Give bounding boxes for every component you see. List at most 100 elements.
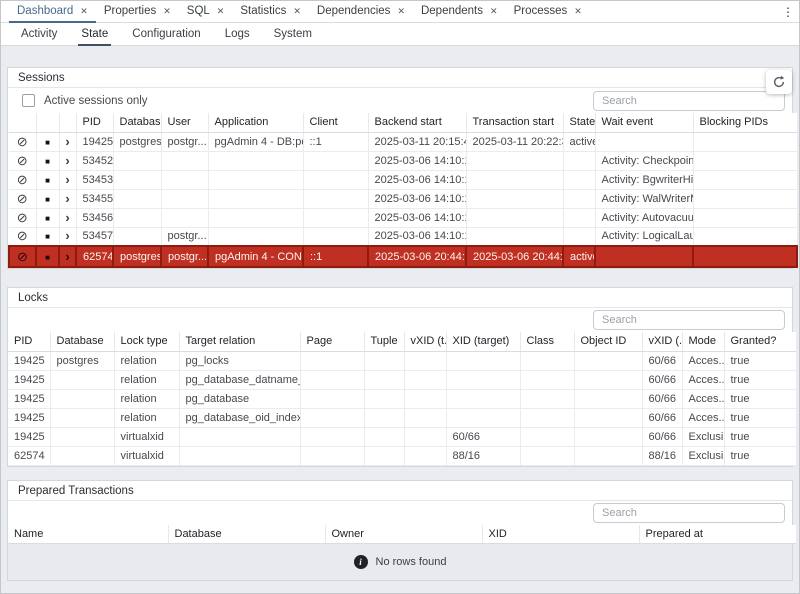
- cell[interactable]: [574, 408, 642, 427]
- cell[interactable]: 19425: [8, 389, 50, 408]
- tab-logs[interactable]: Logs: [222, 23, 253, 46]
- expand-icon[interactable]: ›: [65, 211, 69, 224]
- cell[interactable]: [563, 227, 595, 246]
- column-header-class[interactable]: Class: [520, 332, 574, 351]
- cancel-icon-cell[interactable]: ⊘: [9, 189, 36, 208]
- tab-dependencies[interactable]: Dependencies ✕: [309, 1, 413, 23]
- column-header-vxid-t[interactable]: vXID (t...: [404, 332, 446, 351]
- cell[interactable]: relation: [114, 351, 179, 370]
- cancel-icon-cell[interactable]: ⊘: [9, 151, 36, 170]
- column-header-icon[interactable]: [36, 113, 59, 132]
- cell[interactable]: 2025-03-11 20:22:36 ...: [466, 132, 563, 151]
- close-icon[interactable]: ✕: [217, 7, 225, 16]
- column-header-page[interactable]: Page: [300, 332, 364, 351]
- cell[interactable]: pg_database_datname_ind...: [179, 370, 300, 389]
- cell[interactable]: [520, 408, 574, 427]
- cell[interactable]: relation: [114, 389, 179, 408]
- cell[interactable]: 88/16: [642, 446, 682, 465]
- close-icon[interactable]: ✕: [490, 7, 498, 16]
- cell[interactable]: Activity: BgwriterHib...: [595, 170, 693, 189]
- cell[interactable]: [50, 427, 114, 446]
- cell[interactable]: 2025-03-06 14:10:11 ...: [368, 227, 466, 246]
- cell[interactable]: 53452: [76, 151, 113, 170]
- expand-icon[interactable]: ›: [65, 192, 69, 205]
- cell[interactable]: 2025-03-06 14:10:11 ...: [368, 170, 466, 189]
- cell[interactable]: [50, 408, 114, 427]
- cell[interactable]: 60/66: [642, 370, 682, 389]
- prepared-search-input[interactable]: [593, 503, 785, 523]
- close-icon[interactable]: ✕: [163, 7, 171, 16]
- cell[interactable]: [693, 227, 797, 246]
- expand-icon[interactable]: ›: [65, 135, 69, 148]
- column-header-pid[interactable]: PID: [76, 113, 113, 132]
- tab-system[interactable]: System: [271, 23, 315, 46]
- cell[interactable]: [520, 446, 574, 465]
- tab-configuration[interactable]: Configuration: [129, 23, 203, 46]
- tab-state[interactable]: State: [78, 23, 111, 46]
- expand-icon-cell[interactable]: ›: [59, 246, 76, 267]
- cell[interactable]: Activity: LogicalLaun...: [595, 227, 693, 246]
- cell[interactable]: [520, 389, 574, 408]
- column-header-client[interactable]: Client: [303, 113, 368, 132]
- cell[interactable]: 19425: [76, 132, 113, 151]
- cell[interactable]: [50, 446, 114, 465]
- expand-icon-cell[interactable]: ›: [59, 208, 76, 227]
- cell[interactable]: [208, 189, 303, 208]
- cell[interactable]: postgr...: [161, 246, 208, 267]
- cell[interactable]: Exclusi...: [682, 446, 724, 465]
- cell[interactable]: 62574: [76, 246, 113, 267]
- cell[interactable]: [113, 170, 161, 189]
- column-header-owner[interactable]: Owner: [325, 525, 482, 544]
- cell[interactable]: Acces...: [682, 351, 724, 370]
- cell[interactable]: [364, 408, 404, 427]
- column-header-name[interactable]: Name: [8, 525, 168, 544]
- cell[interactable]: postgres: [50, 351, 114, 370]
- cell[interactable]: true: [724, 427, 796, 446]
- cell[interactable]: 19425: [8, 351, 50, 370]
- cell[interactable]: 60/66: [642, 427, 682, 446]
- cell[interactable]: Activity: WalWriterM...: [595, 189, 693, 208]
- cancel-icon[interactable]: ⊘: [17, 229, 28, 242]
- cell[interactable]: [300, 408, 364, 427]
- cell[interactable]: postgres: [113, 132, 161, 151]
- cell[interactable]: [595, 132, 693, 151]
- cell[interactable]: [208, 208, 303, 227]
- cell[interactable]: [113, 208, 161, 227]
- column-header-backend-start[interactable]: Backend start: [368, 113, 466, 132]
- table-row[interactable]: 19425relationpg_database_datname_ind...6…: [8, 370, 796, 389]
- stop-icon-cell[interactable]: ■: [36, 170, 59, 189]
- cell[interactable]: [574, 427, 642, 446]
- cell[interactable]: [364, 427, 404, 446]
- tab-properties[interactable]: Properties ✕: [96, 1, 179, 23]
- cancel-icon[interactable]: ⊘: [17, 135, 28, 148]
- cell[interactable]: active: [563, 132, 595, 151]
- stop-icon-cell[interactable]: ■: [36, 151, 59, 170]
- cell[interactable]: [364, 389, 404, 408]
- column-header-target-relation[interactable]: Target relation: [179, 332, 300, 351]
- stop-icon[interactable]: ■: [45, 177, 50, 185]
- cell[interactable]: [693, 208, 797, 227]
- cell[interactable]: 53455: [76, 189, 113, 208]
- cell[interactable]: [446, 370, 520, 389]
- stop-icon[interactable]: ■: [45, 233, 50, 241]
- cell[interactable]: [693, 151, 797, 170]
- column-header-database[interactable]: Database: [113, 113, 161, 132]
- cell[interactable]: Exclusi...: [682, 427, 724, 446]
- cell[interactable]: pg_locks: [179, 351, 300, 370]
- expand-icon[interactable]: ›: [65, 173, 69, 186]
- cell[interactable]: [520, 351, 574, 370]
- cell[interactable]: [300, 389, 364, 408]
- cell[interactable]: [404, 446, 446, 465]
- cell[interactable]: pg_database: [179, 389, 300, 408]
- cell[interactable]: 60/66: [642, 389, 682, 408]
- column-header-tuple[interactable]: Tuple: [364, 332, 404, 351]
- stop-icon[interactable]: ■: [45, 158, 50, 166]
- cell[interactable]: [303, 227, 368, 246]
- cell[interactable]: [300, 351, 364, 370]
- cell[interactable]: [161, 170, 208, 189]
- stop-icon[interactable]: ■: [45, 139, 50, 147]
- cell[interactable]: [595, 246, 693, 267]
- cancel-icon[interactable]: ⊘: [17, 154, 28, 167]
- cell[interactable]: pg_database_oid_index: [179, 408, 300, 427]
- cell[interactable]: 2025-03-11 20:15:46 ...: [368, 132, 466, 151]
